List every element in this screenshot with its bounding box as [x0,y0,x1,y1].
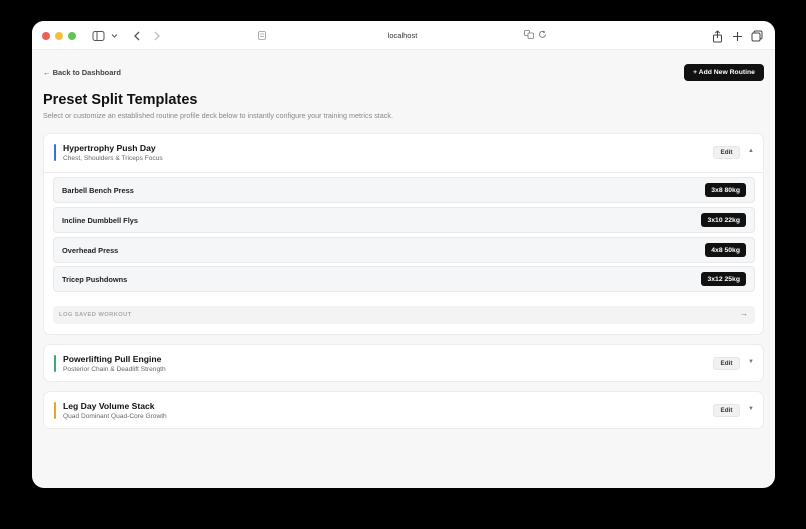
routine-card: Powerlifting Pull Engine Posterior Chain… [43,344,764,382]
edit-routine-button[interactable]: Edit [713,357,740,370]
sidebar-toggle-icon[interactable] [90,28,124,44]
exercise-row: Barbell Bench Press 3x8 80kg [53,177,755,203]
browser-window: localhost ← Back to Dashboard + Add New … [32,21,775,488]
arrow-right-icon: → [740,309,748,318]
routine-card: Hypertrophy Push Day Chest, Shoulders & … [43,133,764,335]
routine-accent-bar [54,355,56,372]
browser-toolbar: localhost [32,21,775,50]
reload-icon[interactable] [538,30,547,41]
add-new-routine-button[interactable]: + Add New Routine [684,64,764,81]
routine-accent-bar [54,402,56,419]
exercise-name: Incline Dumbbell Flys [62,216,138,225]
exercise-sets-badge: 4x8 50kg [705,243,746,257]
routine-title: Leg Day Volume Stack [63,401,155,411]
minimize-window-button[interactable] [55,32,63,40]
routine-title: Hypertrophy Push Day [63,143,156,153]
log-saved-workout-label: LOG SAVED WORKOUT [59,312,132,318]
page-subtitle: Select or customize an established routi… [43,111,393,120]
routine-subtitle: Posterior Chain & Deadlift Strength [63,366,166,373]
expand-chevron-icon[interactable]: ▼ [748,406,754,412]
routine-subtitle: Chest, Shoulders & Triceps Focus [63,155,163,162]
page-title: Preset Split Templates [43,92,198,108]
translate-icon[interactable] [524,30,534,41]
routine-card: Leg Day Volume Stack Quad Dominant Quad-… [43,391,764,429]
address-bar[interactable]: localhost [250,27,555,44]
forward-nav-icon[interactable] [150,28,164,44]
page-settings-icon[interactable] [258,31,266,42]
routine-subtitle: Quad Dominant Quad-Core Growth [63,413,167,420]
routine-accent-bar [54,144,56,161]
tab-overview-icon[interactable] [750,28,764,44]
exercise-name: Tricep Pushdowns [62,275,128,284]
back-nav-icon[interactable] [130,28,144,44]
routine-card-header[interactable]: Powerlifting Pull Engine Posterior Chain… [44,345,763,383]
card-divider [44,172,763,173]
zoom-window-button[interactable] [68,32,76,40]
routine-title: Powerlifting Pull Engine [63,354,162,364]
close-window-button[interactable] [42,32,50,40]
back-to-dashboard-link[interactable]: ← Back to Dashboard [43,68,121,77]
exercise-sets-badge: 3x10 22kg [701,213,746,227]
new-tab-icon[interactable] [730,28,744,44]
exercise-row: Overhead Press 4x8 50kg [53,237,755,263]
log-saved-workout-button[interactable]: LOG SAVED WORKOUT → [53,306,755,324]
exercise-sets-badge: 3x12 25kg [701,272,746,286]
share-icon[interactable] [710,28,724,44]
edit-routine-button[interactable]: Edit [713,404,740,417]
collapse-chevron-icon[interactable]: ▲ [748,148,754,154]
exercise-name: Overhead Press [62,246,119,255]
exercise-row: Incline Dumbbell Flys 3x10 22kg [53,207,755,233]
exercise-row: Tricep Pushdowns 3x12 25kg [53,266,755,292]
routine-card-header[interactable]: Hypertrophy Push Day Chest, Shoulders & … [44,134,763,172]
address-url: localhost [387,31,418,40]
expand-chevron-icon[interactable]: ▼ [748,359,754,365]
edit-routine-button[interactable]: Edit [713,146,740,159]
exercise-sets-badge: 3x8 80kg [705,183,746,197]
routine-card-header[interactable]: Leg Day Volume Stack Quad Dominant Quad-… [44,392,763,430]
exercise-name: Barbell Bench Press [62,186,134,195]
